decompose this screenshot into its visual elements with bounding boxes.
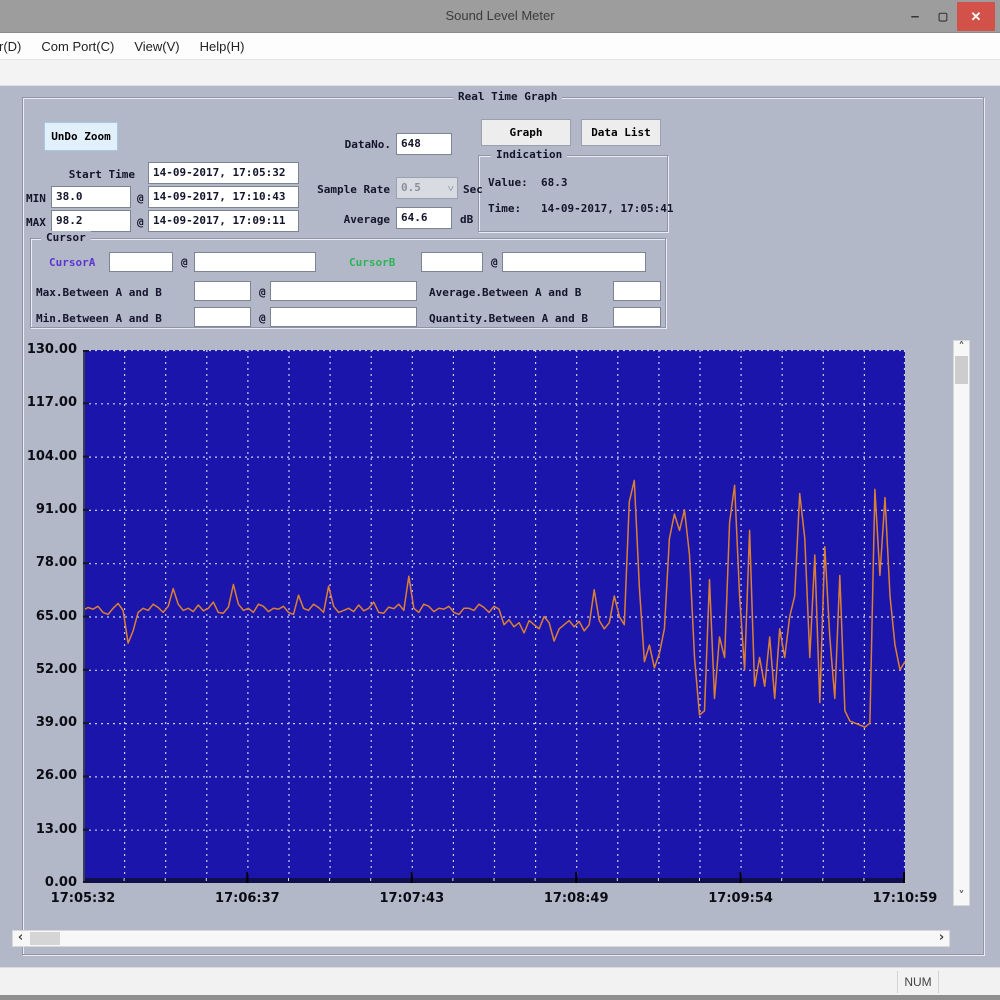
minimize-button[interactable]: –	[902, 0, 928, 32]
min-at-sign: @	[137, 192, 144, 206]
y-tick-label: 117.00	[1, 394, 77, 412]
y-tick-label: 39.00	[1, 714, 77, 732]
max-between-time-field[interactable]	[270, 281, 417, 301]
cursor-a-value-field[interactable]	[109, 252, 173, 272]
sound-level-chart[interactable]	[83, 350, 905, 883]
cursor-group-label: Cursor	[41, 231, 91, 244]
min-time-field[interactable]: 14-09-2017, 17:10:43	[148, 186, 299, 208]
window-bottom-edge	[0, 995, 1000, 1000]
graph-button[interactable]: Graph	[481, 119, 571, 146]
average-label: Average	[315, 213, 390, 227]
x-tick-label: 17:08:49	[530, 890, 622, 908]
min-between-time-field[interactable]	[270, 307, 417, 327]
maximize-button[interactable]: ▢	[930, 0, 956, 32]
close-button[interactable]: ✕	[957, 2, 995, 31]
start-time-field[interactable]: 14-09-2017, 17:05:32	[148, 162, 299, 184]
qty-between-label: Quantity.Between A and B	[429, 312, 588, 326]
cursor-b-time-field[interactable]	[502, 252, 646, 272]
y-tick-label: 26.00	[1, 767, 77, 785]
menu-item-view[interactable]: View(V)	[124, 39, 189, 54]
y-tick-label: 65.00	[1, 608, 77, 626]
max-value-field[interactable]: 98.2	[51, 210, 131, 232]
cursor-b-at-sign: @	[491, 256, 498, 270]
max-between-label: Max.Between A and B	[36, 286, 162, 300]
max-between-at-sign: @	[259, 286, 266, 300]
menu-item-datalogger[interactable]: r(D)	[0, 39, 31, 54]
num-lock-indicator: NUM	[897, 971, 939, 993]
y-tick-label: 91.00	[1, 501, 77, 519]
cursor-b-value-field[interactable]	[421, 252, 483, 272]
min-between-label: Min.Between A and B	[36, 312, 162, 326]
indication-time-label: Time:	[488, 202, 521, 216]
max-label: MAX	[26, 216, 46, 230]
data-list-button[interactable]: Data List	[581, 119, 661, 146]
sample-rate-value: 0.5	[401, 181, 421, 194]
scroll-down-icon[interactable]: ˅	[954, 890, 969, 905]
sample-rate-label: Sample Rate	[300, 183, 390, 197]
horizontal-scrollbar[interactable]: ‹ ›	[12, 930, 950, 947]
x-tick-label: 17:05:32	[37, 890, 129, 908]
real-time-graph-label: Real Time Graph	[453, 90, 562, 103]
min-between-value-field[interactable]	[194, 307, 251, 327]
data-no-field[interactable]: 648	[396, 133, 452, 155]
status-bar: NUM	[0, 967, 1000, 995]
menu-item-help[interactable]: Help(H)	[190, 39, 255, 54]
min-label: MIN	[26, 192, 46, 206]
sample-rate-combobox[interactable]: 0.5 ˅	[396, 177, 458, 199]
average-unit: dB	[460, 213, 473, 227]
x-tick-label: 17:09:54	[695, 890, 787, 908]
max-between-value-field[interactable]	[194, 281, 251, 301]
y-tick-label: 13.00	[1, 821, 77, 839]
cursor-group: Cursor CursorA @ CursorB @ Max.Between A…	[30, 238, 666, 328]
tool-strip	[0, 60, 1000, 86]
window-title: Sound Level Meter	[0, 8, 1000, 23]
undo-zoom-button[interactable]: UnDo Zoom	[44, 122, 118, 151]
x-tick-label: 17:07:43	[366, 890, 458, 908]
average-value-field[interactable]: 64.6	[396, 207, 452, 229]
menu-item-com-port[interactable]: Com Port(C)	[31, 39, 124, 54]
min-between-at-sign: @	[259, 312, 266, 326]
max-at-sign: @	[137, 216, 144, 230]
y-tick-label: 52.00	[1, 661, 77, 679]
cursor-a-time-field[interactable]	[194, 252, 316, 272]
x-tick-label: 17:06:37	[201, 890, 293, 908]
vertical-scrollbar-thumb[interactable]	[955, 356, 968, 384]
avg-between-value-field[interactable]	[613, 281, 661, 301]
sample-rate-unit: Sec	[463, 183, 483, 197]
cursor-a-at-sign: @	[181, 256, 188, 270]
main-panel: Real Time Graph UnDo Zoom DataNo. 648 Gr…	[0, 86, 1000, 967]
indication-group: Indication Value: 68.3 Time: 14-09-2017,…	[478, 155, 668, 232]
start-time-label: Start Time	[40, 168, 135, 182]
min-value-field[interactable]: 38.0	[51, 186, 131, 208]
indication-value: 68.3	[541, 176, 568, 190]
vertical-scrollbar[interactable]: ˄ ˅	[953, 340, 970, 906]
horizontal-scrollbar-thumb[interactable]	[30, 932, 60, 945]
x-axis-labels: 17:05:32 17:06:37 17:07:43 17:08:49 17:09:54…	[0, 890, 960, 908]
cursor-b-label: CursorB	[349, 256, 395, 270]
indication-time: 14-09-2017, 17:05:41	[541, 202, 673, 216]
y-tick-label: 130.00	[1, 341, 77, 359]
max-time-field[interactable]: 14-09-2017, 17:09:11	[148, 210, 299, 232]
indication-label: Indication	[491, 148, 567, 161]
avg-between-label: Average.Between A and B	[429, 286, 581, 300]
y-axis-labels: 130.00117.00104.0091.0078.0065.0052.0039…	[0, 350, 79, 883]
menu-bar: r(D) Com Port(C) View(V) Help(H)	[0, 33, 1000, 60]
indication-value-label: Value:	[488, 176, 528, 190]
y-tick-label: 78.00	[1, 554, 77, 572]
sound-level-meter-window: Sound Level Meter – ▢ ✕ r(D) Com Port(C)…	[0, 0, 1000, 1000]
qty-between-value-field[interactable]	[613, 307, 661, 327]
y-tick-label: 104.00	[1, 448, 77, 466]
cursor-a-label: CursorA	[49, 256, 95, 270]
title-bar: Sound Level Meter – ▢ ✕	[0, 0, 1000, 33]
data-no-label: DataNo.	[305, 138, 391, 152]
scroll-left-icon[interactable]: ‹	[13, 931, 28, 946]
scroll-up-icon[interactable]: ˄	[954, 341, 969, 356]
chevron-down-icon: ˅	[448, 179, 454, 199]
x-tick-label: 17:10:59	[859, 890, 951, 908]
scroll-right-icon[interactable]: ›	[934, 931, 949, 946]
